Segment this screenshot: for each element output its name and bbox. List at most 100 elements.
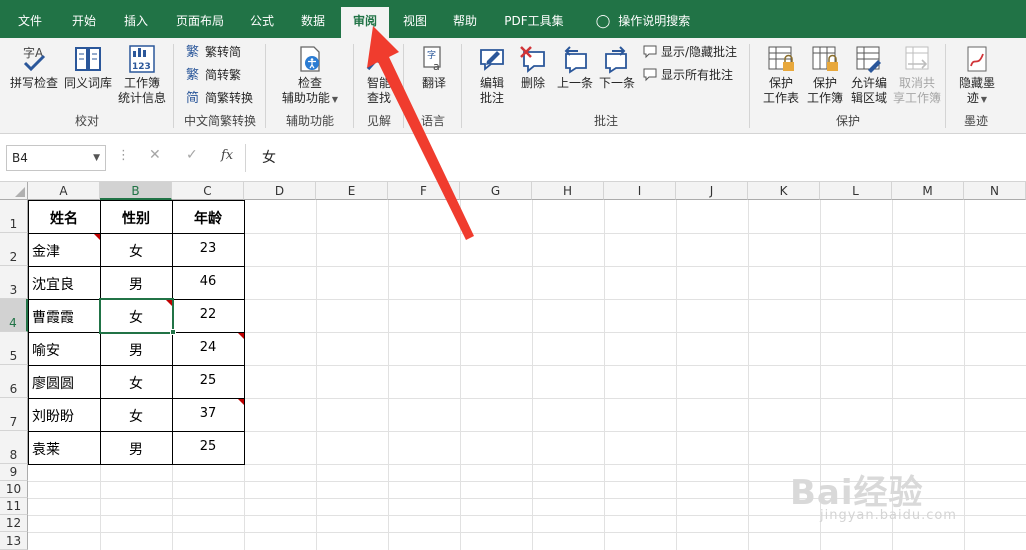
column-header-g[interactable]: G: [460, 182, 532, 200]
comment-indicator-c7[interactable]: [238, 399, 244, 405]
cell-c7[interactable]: 37: [172, 406, 244, 421]
row-header-4[interactable]: 4: [0, 299, 28, 332]
statistics-label-2: 统计信息: [117, 91, 166, 105]
cell-a6[interactable]: 廖圆圆: [32, 373, 74, 393]
row-header-5[interactable]: 5: [0, 332, 28, 365]
workbook-statistics-button[interactable]: 123 工作簿 统计信息: [114, 44, 170, 106]
cell-a7[interactable]: 刘盼盼: [32, 406, 74, 426]
tab-data[interactable]: 数据: [291, 7, 335, 38]
previous-comment-button[interactable]: 上一条: [554, 44, 596, 91]
show-hide-comment-button[interactable]: 显示/隐藏批注: [642, 42, 737, 62]
translate-label: 翻译: [421, 76, 446, 90]
cell-b1[interactable]: 性别: [100, 208, 172, 228]
column-header-m[interactable]: M: [892, 182, 964, 200]
row-header-11[interactable]: 11: [0, 498, 28, 515]
previous-comment-label: 上一条: [556, 76, 593, 90]
cell-b5[interactable]: 男: [100, 340, 172, 360]
column-header-a[interactable]: A: [28, 182, 100, 200]
column-header-l[interactable]: L: [820, 182, 892, 200]
cell-b7[interactable]: 女: [100, 406, 172, 426]
cell-a8[interactable]: 袁莱: [32, 439, 60, 459]
tab-view[interactable]: 视图: [393, 7, 437, 38]
ink-icon: [962, 44, 992, 74]
protect-sheet-button[interactable]: 保护 工作表: [758, 44, 804, 106]
cancel-icon[interactable]: ✕: [149, 147, 161, 163]
tab-help[interactable]: 帮助: [443, 7, 487, 38]
tab-insert[interactable]: 插入: [114, 7, 158, 38]
row-header-10[interactable]: 10: [0, 481, 28, 498]
insert-function-icon[interactable]: fx: [221, 148, 233, 163]
chevron-down-icon[interactable]: ▼: [93, 146, 100, 170]
select-all-button[interactable]: [0, 182, 28, 200]
protect-workbook-button[interactable]: 保护 工作簿: [802, 44, 848, 106]
previous-comment-icon: [560, 44, 590, 74]
row-header-13[interactable]: 13: [0, 532, 28, 550]
spelling-button[interactable]: 字A 拼写检查: [8, 44, 60, 91]
row-header-6[interactable]: 6: [0, 365, 28, 398]
cell-a2[interactable]: 金津: [32, 241, 60, 261]
tab-home[interactable]: 开始: [62, 7, 106, 38]
svg-text:繁: 繁: [186, 67, 199, 82]
formula-input[interactable]: 女: [262, 145, 276, 171]
next-comment-icon: [602, 44, 632, 74]
simplified-to-traditional-button[interactable]: 繁简转繁: [186, 65, 241, 85]
row-header-12[interactable]: 12: [0, 515, 28, 532]
cell-c1[interactable]: 年龄: [172, 208, 244, 228]
cell-a3[interactable]: 沈宜良: [32, 274, 74, 294]
enter-icon[interactable]: ✓: [186, 147, 198, 163]
delete-comment-button[interactable]: 删除: [512, 44, 554, 91]
cell-a1[interactable]: 姓名: [28, 208, 100, 228]
tab-formulas[interactable]: 公式: [240, 7, 284, 38]
row-header-1[interactable]: 1: [0, 200, 28, 233]
column-header-b[interactable]: B: [100, 182, 172, 200]
tell-me-search[interactable]: ◯ 操作说明搜索: [588, 7, 698, 38]
cell-b8[interactable]: 男: [100, 439, 172, 459]
tab-file[interactable]: 文件: [8, 7, 52, 38]
edit-comment-button[interactable]: 编辑 批注: [470, 44, 514, 106]
tab-review[interactable]: 审阅: [341, 7, 389, 38]
name-box[interactable]: B4 ▼: [6, 145, 106, 171]
column-header-d[interactable]: D: [244, 182, 316, 200]
column-header-f[interactable]: F: [388, 182, 460, 200]
allow-edit-ranges-button[interactable]: 允许编 辑区域: [846, 44, 892, 106]
cell-a4[interactable]: 曹霞霞: [32, 307, 74, 327]
comment-indicator-a2[interactable]: [94, 234, 100, 240]
cell-c2[interactable]: 23: [172, 241, 244, 256]
unshare-workbook-button[interactable]: 取消共 享工作簿: [890, 44, 944, 106]
traditional-to-simplified-button[interactable]: 繁繁转简: [186, 42, 241, 62]
smart-lookup-button[interactable]: 智能 查找: [358, 44, 400, 106]
cell-b6[interactable]: 女: [100, 373, 172, 393]
check-accessibility-button[interactable]: 检查 辅助功能 ▼: [272, 44, 348, 107]
next-comment-button[interactable]: 下一条: [596, 44, 638, 91]
tell-me-label: 操作说明搜索: [618, 14, 691, 28]
row-header-8[interactable]: 8: [0, 431, 28, 464]
column-header-k[interactable]: K: [748, 182, 820, 200]
column-header-n[interactable]: N: [964, 182, 1026, 200]
hide-ink-button[interactable]: 隐藏墨 迹 ▼: [952, 44, 1002, 107]
thesaurus-button[interactable]: 同义词库: [62, 44, 114, 91]
column-header-i[interactable]: I: [604, 182, 676, 200]
chinese-conversion-button[interactable]: 简简繁转换: [186, 88, 253, 108]
cell-c3[interactable]: 46: [172, 274, 244, 289]
show-all-comments-button[interactable]: 显示所有批注: [642, 65, 733, 85]
cell-c5[interactable]: 24: [172, 340, 244, 355]
cell-c4[interactable]: 22: [172, 307, 244, 322]
cell-c8[interactable]: 25: [172, 439, 244, 454]
cell-c6[interactable]: 25: [172, 373, 244, 388]
column-header-c[interactable]: C: [172, 182, 244, 200]
cell-b2[interactable]: 女: [100, 241, 172, 261]
fill-handle[interactable]: [170, 329, 176, 335]
column-header-j[interactable]: J: [676, 182, 748, 200]
comment-indicator-c5[interactable]: [238, 333, 244, 339]
tab-pdf-tools[interactable]: PDF工具集: [498, 7, 570, 38]
column-header-h[interactable]: H: [532, 182, 604, 200]
tab-page-layout[interactable]: 页面布局: [170, 7, 230, 38]
row-header-9[interactable]: 9: [0, 464, 28, 481]
translate-button[interactable]: 字a 翻译: [412, 44, 456, 91]
row-header-7[interactable]: 7: [0, 398, 28, 431]
row-header-3[interactable]: 3: [0, 266, 28, 299]
row-header-2[interactable]: 2: [0, 233, 28, 266]
cell-a5[interactable]: 喻安: [32, 340, 60, 360]
cell-b3[interactable]: 男: [100, 274, 172, 294]
column-header-e[interactable]: E: [316, 182, 388, 200]
